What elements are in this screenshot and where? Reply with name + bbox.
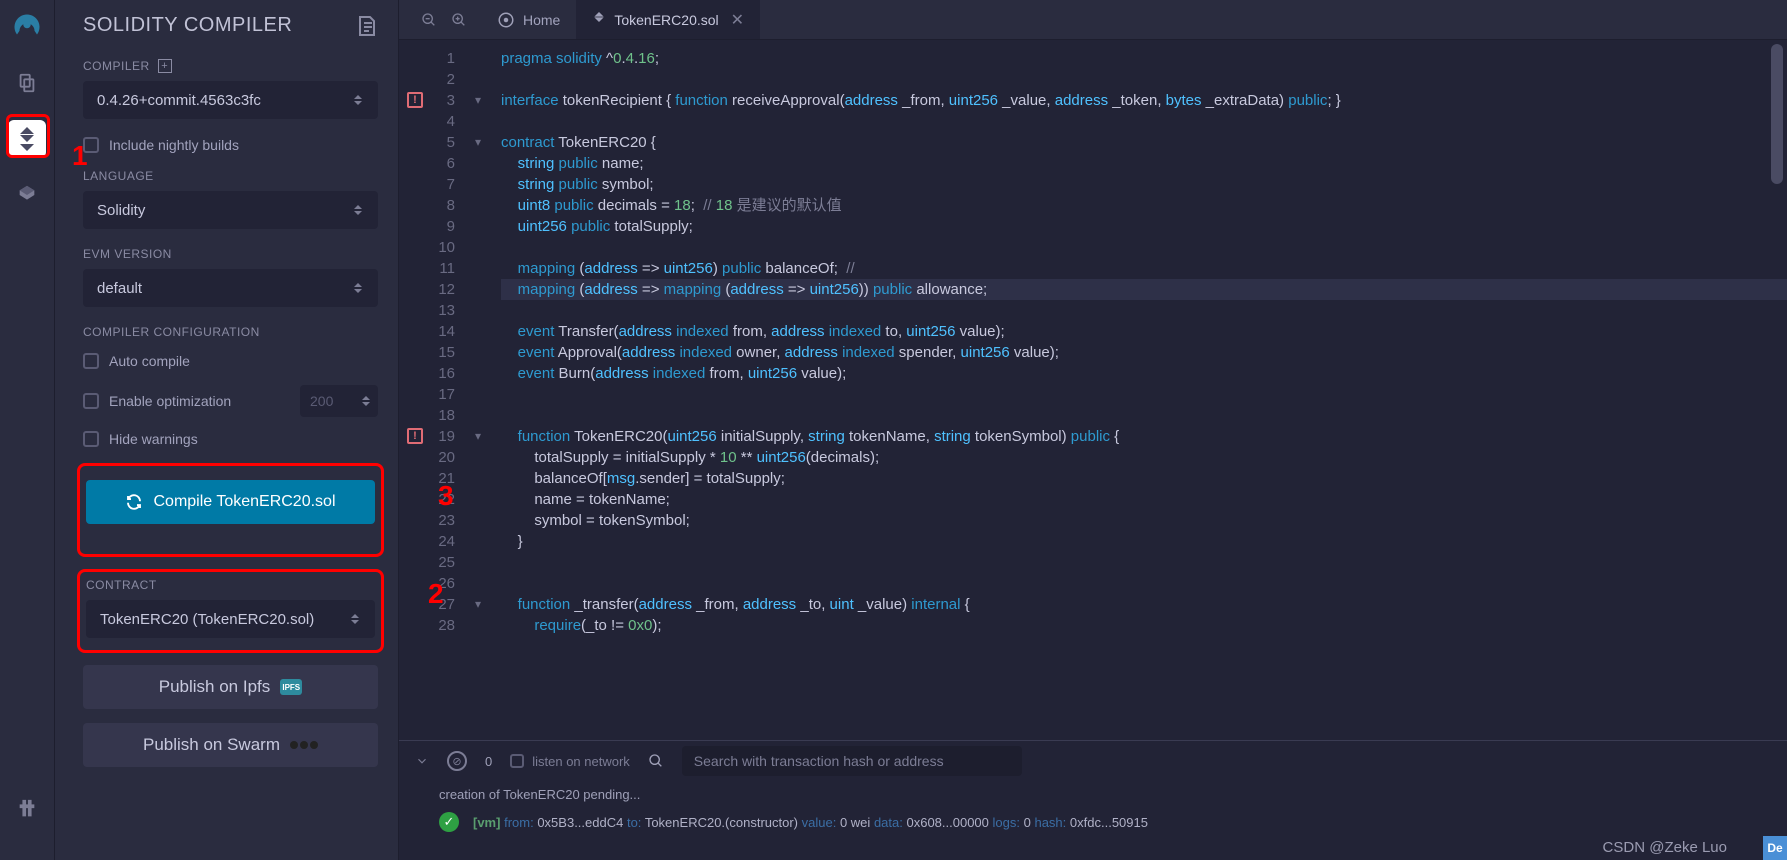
annotation-1: 1 [72, 140, 88, 172]
file-explorer-icon[interactable] [8, 64, 46, 102]
zoom-in-icon[interactable] [451, 12, 467, 28]
annotation-box-1 [6, 114, 50, 158]
listen-network-checkbox[interactable] [510, 754, 524, 768]
panel-title: SOLIDITY COMPILER [83, 14, 292, 37]
swarm-icon [290, 741, 318, 749]
enable-optimization-label: Enable optimization [109, 393, 231, 409]
fold-column: ▾▾▾▾ [469, 40, 487, 740]
remix-logo-icon[interactable] [8, 8, 46, 46]
compiler-version-select[interactable]: 0.4.26+commit.4563c3fc [83, 81, 378, 119]
annotation-3: 3 [438, 480, 454, 512]
add-compiler-icon[interactable]: + [158, 59, 172, 73]
annotation-2: 2 [428, 578, 444, 610]
success-icon: ✓ [439, 812, 459, 832]
pending-count: 0 [485, 754, 492, 769]
publish-swarm-button[interactable]: Publish on Swarm [83, 723, 378, 767]
compiler-panel: SOLIDITY COMPILER COMPILER + 0.4.26+comm… [55, 0, 399, 860]
enable-optimization-checkbox[interactable] [83, 393, 99, 409]
terminal-search-icon[interactable] [648, 753, 664, 769]
editor-scrollbar[interactable] [1769, 44, 1785, 736]
listen-network-label: listen on network [532, 754, 630, 769]
language-label: LANGUAGE [83, 169, 378, 183]
line-gutter: 12!3456789101112131415161718!19202122232… [399, 40, 469, 740]
compile-button[interactable]: Compile TokenERC20.sol [86, 480, 375, 524]
code-editor[interactable]: 12!3456789101112131415161718!19202122232… [399, 40, 1787, 740]
tab-home[interactable]: Home [481, 0, 576, 39]
terminal-log-entry[interactable]: ✓ [vm] from: 0x5B3...eddC4 to: TokenERC2… [439, 812, 1747, 832]
terminal-search-input[interactable]: Search with transaction hash or address [682, 746, 1022, 776]
auto-compile-checkbox[interactable] [83, 353, 99, 369]
tab-bar: Home TokenERC20.sol ✕ [399, 0, 1787, 40]
include-nightly-label: Include nightly builds [109, 137, 239, 153]
zoom-out-icon[interactable] [421, 12, 437, 28]
annotation-box-compile: Compile TokenERC20.sol [77, 463, 384, 557]
contract-label: CONTRACT [86, 578, 375, 592]
compiler-config-label: COMPILER CONFIGURATION [83, 325, 378, 339]
docs-icon[interactable] [356, 15, 378, 37]
annotation-box-contract: CONTRACT TokenERC20 (TokenERC20.sol) [77, 569, 384, 653]
deploy-run-icon[interactable] [8, 176, 46, 214]
corner-badge: De [1763, 836, 1787, 860]
publish-ipfs-button[interactable]: Publish on Ipfs IPFS [83, 665, 378, 709]
language-select[interactable]: Solidity [83, 191, 378, 229]
terminal-line-pending: creation of TokenERC20 pending... [439, 787, 1747, 802]
hide-warnings-checkbox[interactable] [83, 431, 99, 447]
compiler-label: COMPILER + [83, 59, 378, 73]
watermark: CSDN @Zeke Luo [1603, 839, 1727, 856]
auto-compile-label: Auto compile [109, 353, 190, 369]
terminal-toggle-icon[interactable] [415, 754, 429, 768]
editor-area: Home TokenERC20.sol ✕ 12!345678910111213… [399, 0, 1787, 860]
terminal-clear-icon[interactable]: ⊘ [447, 751, 467, 771]
ipfs-icon: IPFS [280, 679, 302, 695]
tab-file[interactable]: TokenERC20.sol ✕ [576, 0, 760, 39]
hide-warnings-label: Hide warnings [109, 431, 198, 447]
plugin-manager-icon[interactable] [8, 790, 46, 828]
close-tab-icon[interactable]: ✕ [731, 10, 744, 30]
contract-select[interactable]: TokenERC20 (TokenERC20.sol) [86, 600, 375, 638]
evm-version-label: EVM VERSION [83, 247, 378, 261]
evm-version-select[interactable]: default [83, 269, 378, 307]
optimization-runs-input[interactable]: 200 [300, 385, 378, 417]
code-content[interactable]: pragma solidity ^0.4.16;interface tokenR… [487, 40, 1787, 740]
terminal-panel: ⊘ 0 listen on network Search with transa… [399, 740, 1787, 860]
